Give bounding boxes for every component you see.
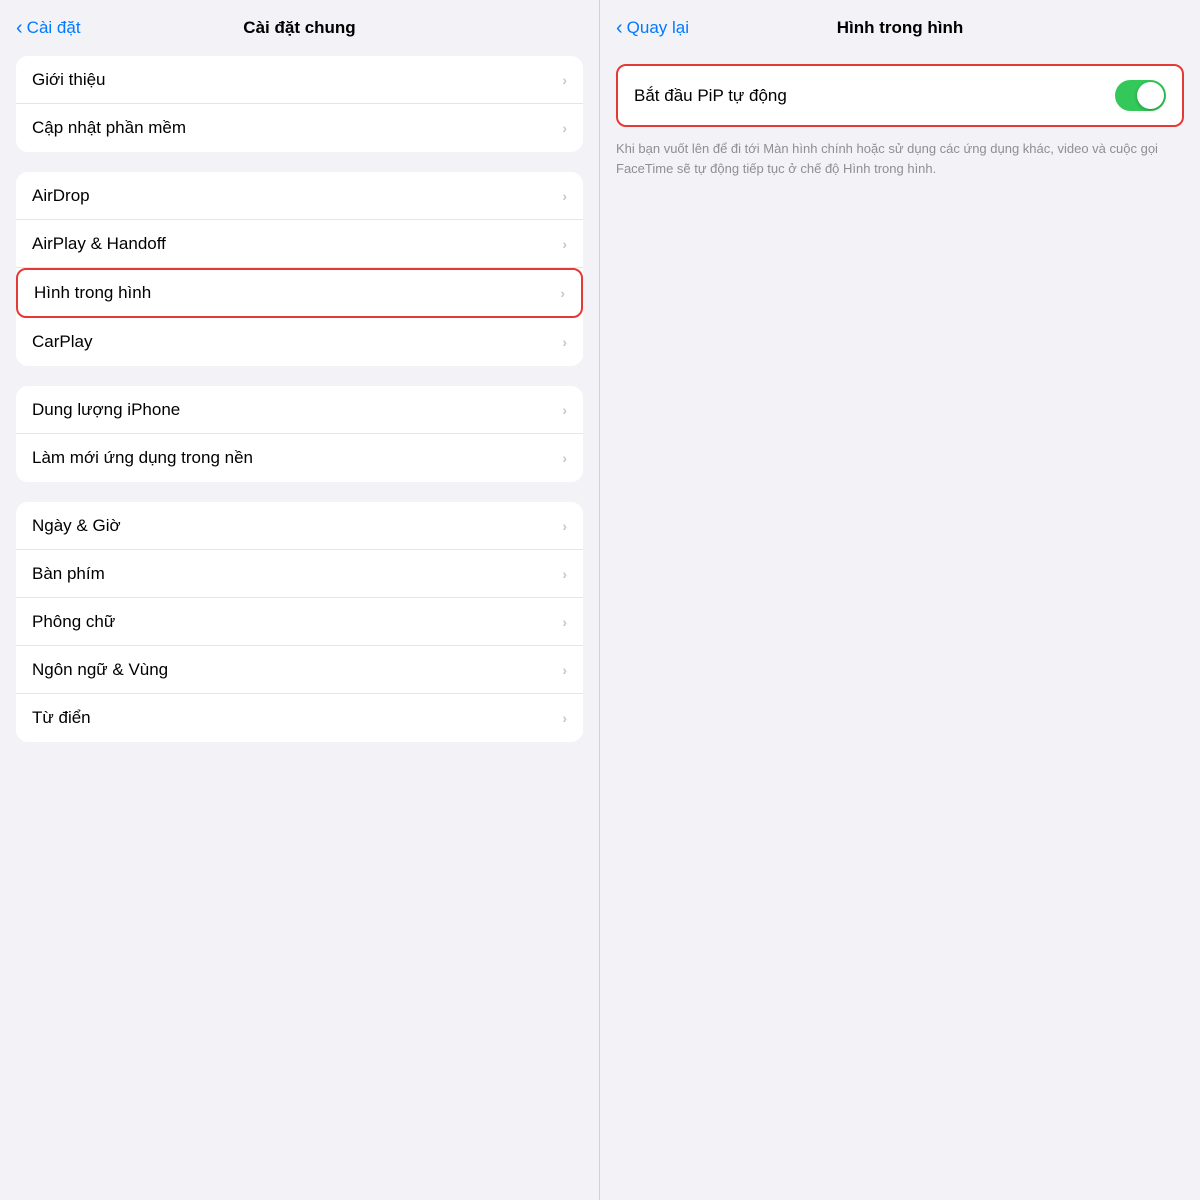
row-tu-dien[interactable]: Từ điển › bbox=[16, 694, 583, 742]
chevron-dung-luong-icon: › bbox=[562, 402, 567, 418]
row-ban-phim[interactable]: Bàn phím › bbox=[16, 550, 583, 598]
section-1: Giới thiệu › Cập nhật phần mềm › bbox=[16, 56, 583, 152]
row-hinh-label: Hình trong hình bbox=[34, 283, 151, 303]
pip-label: Bắt đầu PiP tự động bbox=[634, 86, 787, 106]
row-phong-chu-label: Phông chữ bbox=[32, 612, 115, 632]
pip-toggle[interactable] bbox=[1115, 80, 1166, 111]
section-group-3: Dung lượng iPhone › Làm mới ứng dụng tro… bbox=[16, 386, 583, 482]
row-hinh-trong-hinh[interactable]: Hình trong hình › bbox=[16, 268, 583, 318]
right-back-chevron-icon: ‹ bbox=[616, 18, 623, 38]
row-cap-nhat[interactable]: Cập nhật phần mềm › bbox=[16, 104, 583, 152]
chevron-tu-dien-icon: › bbox=[562, 710, 567, 726]
row-carplay-label: CarPlay bbox=[32, 332, 92, 352]
chevron-airdrop-icon: › bbox=[562, 188, 567, 204]
pip-toggle-row[interactable]: Bắt đầu PiP tự động bbox=[616, 64, 1184, 127]
left-nav-bar: ‹ Cài đặt Cài đặt chung bbox=[0, 0, 599, 56]
chevron-gioi-thieu-icon: › bbox=[562, 72, 567, 88]
row-ban-phim-label: Bàn phím bbox=[32, 564, 105, 584]
section-3: Dung lượng iPhone › Làm mới ứng dụng tro… bbox=[16, 386, 583, 482]
left-nav-back[interactable]: ‹ Cài đặt bbox=[16, 18, 81, 38]
section-group-4: Ngày & Giờ › Bàn phím › Phông chữ › Ngôn… bbox=[16, 502, 583, 742]
section-4: Ngày & Giờ › Bàn phím › Phông chữ › Ngôn… bbox=[16, 502, 583, 742]
row-phong-chu[interactable]: Phông chữ › bbox=[16, 598, 583, 646]
left-settings-content: Giới thiệu › Cập nhật phần mềm › AirDrop… bbox=[0, 56, 599, 1200]
pip-description: Khi bạn vuốt lên để đi tới Màn hình chín… bbox=[616, 139, 1184, 178]
chevron-phong-chu-icon: › bbox=[562, 614, 567, 630]
row-ngon-ngu[interactable]: Ngôn ngữ & Vùng › bbox=[16, 646, 583, 694]
row-airplay[interactable]: AirPlay & Handoff › bbox=[16, 220, 583, 268]
chevron-ban-phim-icon: › bbox=[562, 566, 567, 582]
left-nav-title: Cài đặt chung bbox=[243, 18, 355, 38]
row-carplay[interactable]: CarPlay › bbox=[16, 318, 583, 366]
row-gioi-thieu-label: Giới thiệu bbox=[32, 70, 106, 90]
right-nav-title: Hình trong hình bbox=[837, 18, 964, 38]
toggle-thumb bbox=[1137, 82, 1164, 109]
section-group-1: Giới thiệu › Cập nhật phần mềm › bbox=[16, 56, 583, 152]
row-cap-nhat-label: Cập nhật phần mềm bbox=[32, 118, 186, 138]
back-chevron-icon: ‹ bbox=[16, 18, 23, 38]
right-nav-back-label: Quay lại bbox=[627, 18, 689, 38]
chevron-cap-nhat-icon: › bbox=[562, 120, 567, 136]
chevron-hinh-icon: › bbox=[560, 285, 565, 301]
section-2: AirDrop › AirPlay & Handoff › Hình trong… bbox=[16, 172, 583, 366]
row-gioi-thieu[interactable]: Giới thiệu › bbox=[16, 56, 583, 104]
row-dung-luong-label: Dung lượng iPhone bbox=[32, 400, 180, 420]
row-airplay-label: AirPlay & Handoff bbox=[32, 234, 166, 254]
right-panel: ‹ Quay lại Hình trong hình Bắt đầu PiP t… bbox=[600, 0, 1200, 1200]
row-lam-moi-label: Làm mới ứng dụng trong nền bbox=[32, 448, 253, 468]
section-group-2: AirDrop › AirPlay & Handoff › Hình trong… bbox=[16, 172, 583, 366]
row-ngon-ngu-label: Ngôn ngữ & Vùng bbox=[32, 660, 168, 680]
row-tu-dien-label: Từ điển bbox=[32, 708, 91, 728]
chevron-ngon-ngu-icon: › bbox=[562, 662, 567, 678]
chevron-lam-moi-icon: › bbox=[562, 450, 567, 466]
right-nav-bar: ‹ Quay lại Hình trong hình bbox=[600, 0, 1200, 56]
chevron-airplay-icon: › bbox=[562, 236, 567, 252]
left-nav-back-label: Cài đặt bbox=[27, 18, 81, 38]
row-airdrop-label: AirDrop bbox=[32, 186, 90, 206]
left-panel: ‹ Cài đặt Cài đặt chung Giới thiệu › Cập… bbox=[0, 0, 600, 1200]
row-ngay-gio-label: Ngày & Giờ bbox=[32, 516, 121, 536]
row-lam-moi[interactable]: Làm mới ứng dụng trong nền › bbox=[16, 434, 583, 482]
right-content: Bắt đầu PiP tự động Khi bạn vuốt lên để … bbox=[600, 64, 1200, 178]
row-dung-luong[interactable]: Dung lượng iPhone › bbox=[16, 386, 583, 434]
row-airdrop[interactable]: AirDrop › bbox=[16, 172, 583, 220]
row-ngay-gio[interactable]: Ngày & Giờ › bbox=[16, 502, 583, 550]
chevron-carplay-icon: › bbox=[562, 334, 567, 350]
chevron-ngay-gio-icon: › bbox=[562, 518, 567, 534]
right-nav-back[interactable]: ‹ Quay lại bbox=[616, 18, 689, 38]
